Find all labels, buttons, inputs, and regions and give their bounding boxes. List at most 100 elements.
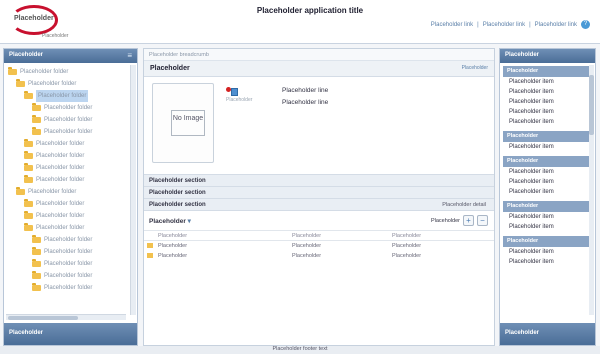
tree-item[interactable]: Placeholder folder [4, 234, 137, 246]
action-link[interactable]: Placeholder item [503, 77, 592, 87]
tree-item-label: Placeholder folder [44, 249, 93, 255]
document-title: Placeholder [150, 65, 190, 72]
tree-horizontal-scrollbar[interactable] [6, 314, 126, 320]
zoom-in-icon[interactable]: + [463, 215, 474, 226]
breadcrumb[interactable]: Placeholder breadcrumb [144, 49, 494, 61]
action-link[interactable]: Placeholder item [503, 187, 592, 197]
tree-item[interactable]: Placeholder folder [4, 186, 137, 198]
action-group: Placeholder Placeholder item Placeholder i… [503, 66, 592, 127]
table-row[interactable]: Placeholder Placeholder Placeholder [144, 241, 494, 251]
files-toolbar: Placeholder + − [431, 215, 488, 226]
tree-item-label: Placeholder folder [36, 165, 85, 171]
tree-item-label: Placeholder folder [44, 129, 93, 135]
document-link[interactable]: Placeholder [462, 65, 488, 71]
actions-panel: Placeholder Placeholder Placeholder item P… [499, 48, 596, 346]
document-summary: No Image Placeholder Placeholder line Pl… [144, 77, 494, 175]
tree-item[interactable]: Placeholder folder [4, 126, 137, 138]
action-link[interactable]: Placeholder item [503, 167, 592, 177]
action-link[interactable]: Placeholder item [503, 117, 592, 127]
actions-scrollbar[interactable] [589, 65, 594, 315]
tree-item[interactable]: Placeholder folder [4, 210, 137, 222]
action-link[interactable]: Placeholder item [503, 222, 592, 232]
scroll-thumb[interactable] [589, 75, 594, 135]
document-file-icon [231, 88, 238, 96]
tree-item-label: Placeholder folder [44, 105, 93, 111]
tree-item[interactable]: Placeholder folder [4, 270, 137, 282]
column-header[interactable]: Placeholder [392, 231, 492, 240]
tree-item[interactable]: Placeholder folder [4, 150, 137, 162]
table-cell: Placeholder [158, 253, 188, 259]
collapse-icon[interactable]: ≡ [127, 51, 132, 60]
tree-item[interactable]: Placeholder folder [4, 90, 137, 102]
tree-item[interactable]: Placeholder folder [4, 198, 137, 210]
tree-item[interactable]: Placeholder folder [4, 246, 137, 258]
action-group: Placeholder Placeholder item [503, 131, 592, 152]
action-group-title: Placeholder [503, 236, 592, 247]
folder-panel-header: Placeholder ≡ [4, 49, 137, 63]
folder-icon [24, 91, 33, 99]
tree-item[interactable]: Placeholder folder [4, 102, 137, 114]
tree-item[interactable]: Placeholder folder [4, 114, 137, 126]
folder-icon [24, 139, 33, 147]
tree-item[interactable]: Placeholder folder [4, 162, 137, 174]
table-cell: Placeholder [292, 253, 322, 259]
logo[interactable]: Placeholder Placeholder [6, 3, 68, 41]
document-panel: Placeholder breadcrumb Placeholder Place… [143, 48, 495, 346]
folder-icon [32, 115, 41, 123]
actions-panel-header: Placeholder [500, 49, 595, 63]
action-group: Placeholder Placeholder item Placeholder i… [503, 201, 592, 232]
action-group-title: Placeholder [503, 201, 592, 212]
section-header[interactable]: Placeholder section [144, 175, 494, 187]
tree-item[interactable]: Placeholder folder [4, 66, 137, 78]
table-row[interactable]: Placeholder Placeholder Placeholder [144, 251, 494, 261]
action-link[interactable]: Placeholder item [503, 142, 592, 152]
zoom-out-icon[interactable]: − [477, 215, 488, 226]
action-group-title: Placeholder [503, 66, 592, 77]
section-label: Placeholder section [149, 178, 206, 184]
document-thumbnail: No Image [152, 83, 214, 163]
action-link[interactable]: Placeholder item [503, 87, 592, 97]
folder-icon [16, 187, 25, 195]
folder-icon [24, 211, 33, 219]
action-link[interactable]: Placeholder item [503, 177, 592, 187]
files-label: Placeholder [149, 218, 186, 225]
document-detail-line-2: Placeholder line [282, 99, 329, 106]
tree-item-label: Placeholder folder [28, 81, 77, 87]
help-icon[interactable]: ? [581, 20, 590, 29]
folder-icon [32, 259, 41, 267]
section-header[interactable]: Placeholder section [144, 187, 494, 199]
tree-item[interactable]: Placeholder folder [4, 138, 137, 150]
column-header[interactable]: Placeholder [292, 231, 392, 240]
folder-panel-footer[interactable]: Placeholder [4, 323, 137, 345]
tree-item[interactable]: Placeholder folder [4, 258, 137, 270]
action-link[interactable]: Placeholder item [503, 257, 592, 267]
action-link[interactable]: Placeholder item [503, 247, 592, 257]
file-icon [147, 243, 153, 248]
action-link[interactable]: Placeholder item [503, 107, 592, 117]
table-cell: Placeholder [158, 243, 188, 249]
action-link[interactable]: Placeholder item [503, 97, 592, 107]
folder-icon [32, 283, 41, 291]
table-cell: Placeholder [392, 253, 422, 259]
action-link[interactable]: Placeholder item [503, 212, 592, 222]
user-link-1[interactable]: Placeholder link [431, 22, 473, 28]
scroll-thumb[interactable] [8, 316, 78, 320]
user-link-3[interactable]: Placeholder link [535, 22, 577, 28]
chevron-down-icon[interactable]: ▾ [188, 218, 191, 225]
section-label: Placeholder section [149, 190, 206, 196]
action-group-title: Placeholder [503, 156, 592, 167]
folder-icon [24, 151, 33, 159]
folder-icon [16, 79, 25, 87]
user-link-2[interactable]: Placeholder link [483, 22, 525, 28]
tree-item[interactable]: Placeholder folder [4, 222, 137, 234]
tree-vertical-scrollbar[interactable] [130, 65, 136, 315]
column-header[interactable]: Placeholder [154, 231, 292, 240]
tree-item[interactable]: Placeholder folder [4, 282, 137, 294]
section-header[interactable]: Placeholder section Placeholder detail [144, 199, 494, 211]
no-image-placeholder: No Image [171, 110, 205, 136]
actions-panel-footer[interactable]: Placeholder [500, 323, 595, 345]
tree-item[interactable]: Placeholder folder [4, 78, 137, 90]
tree-item[interactable]: Placeholder folder [4, 174, 137, 186]
table-cell: Placeholder [292, 243, 322, 249]
files-section-header[interactable]: Placeholder ▾ Placeholder + − [144, 211, 494, 231]
